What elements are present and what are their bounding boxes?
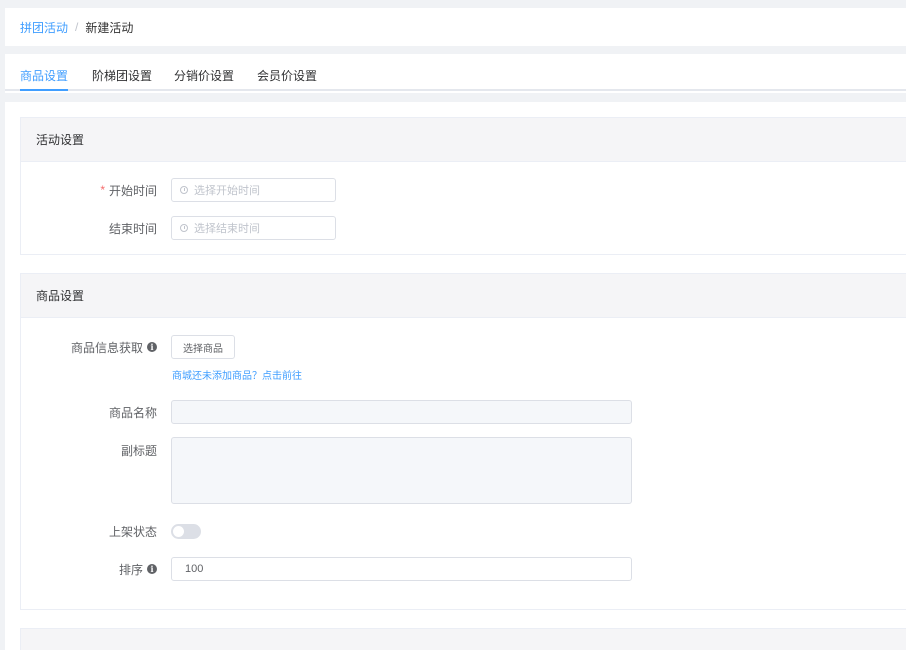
breadcrumb-separator: / [75,20,79,34]
breadcrumb-parent-link[interactable]: 拼团活动 [20,19,68,36]
product-info-label: 商品信息获取 i [21,335,157,359]
toggle-knob [173,526,184,537]
product-info-label-text: 商品信息获取 [70,340,143,355]
product-name-label-text: 商品名称 [108,405,157,420]
start-time-label-text: 开始时间 [108,183,157,198]
status-toggle[interactable] [171,524,201,539]
select-product-button[interactable]: 选择商品 [171,335,235,359]
add-product-link[interactable]: 商城还未添加商品？点击前往 [172,367,302,382]
product-name-input[interactable] [171,400,632,424]
tab-bar: 商品设置 阶梯团设置 分销价设置 会员价设置 [5,54,906,91]
tab-divider [5,93,906,102]
breadcrumb-current: 新建活动 [85,20,134,35]
product-settings-card: 商品设置 商品信息获取 i 选择商品 商城还未添加商品？点击前往 商品名称 副标… [20,273,906,610]
clock-icon [180,186,188,194]
tab-member-price-settings[interactable]: 会员价设置 [257,69,317,91]
end-time-label: 结束时间 [21,216,157,240]
sort-input[interactable]: 100 [171,557,632,581]
activity-settings-card: 活动设置 * 开始时间 选择开始时间 结束时间 选择结束时间 [20,117,906,255]
main-panel: 商品设置 阶梯团设置 分销价设置 会员价设置 活动设置 * 开始时间 选择开始时… [5,54,906,650]
tab-tier-group-settings[interactable]: 阶梯团设置 [92,69,152,91]
product-name-label: 商品名称 [21,400,157,424]
subtitle-textarea[interactable] [171,437,632,504]
subtitle-label: 副标题 [21,438,157,462]
info-icon[interactable]: i [147,342,157,352]
clock-icon [180,224,188,232]
end-time-label-text: 结束时间 [108,221,157,236]
tab-product-settings[interactable]: 商品设置 [20,69,69,91]
start-time-picker[interactable]: 选择开始时间 [171,178,336,202]
product-settings-title: 商品设置 [21,274,906,318]
info-icon[interactable]: i [147,564,157,574]
sort-label: 排序 i [21,557,157,581]
tab-distribution-price-settings[interactable]: 分销价设置 [174,69,234,91]
activity-settings-title: 活动设置 [21,118,906,162]
status-label: 上架状态 [21,519,157,543]
subtitle-label-text: 副标题 [120,443,157,458]
start-time-label: * 开始时间 [21,178,157,202]
status-label-text: 上架状态 [108,524,157,539]
end-time-placeholder: 选择结束时间 [194,223,260,235]
sort-label-text: 排序 [118,562,143,577]
breadcrumb: 拼团活动 / 新建活动 [5,8,906,46]
start-time-placeholder: 选择开始时间 [194,185,260,197]
required-mark: * [100,183,105,197]
end-time-picker[interactable]: 选择结束时间 [171,216,336,240]
next-card-header [20,628,906,650]
